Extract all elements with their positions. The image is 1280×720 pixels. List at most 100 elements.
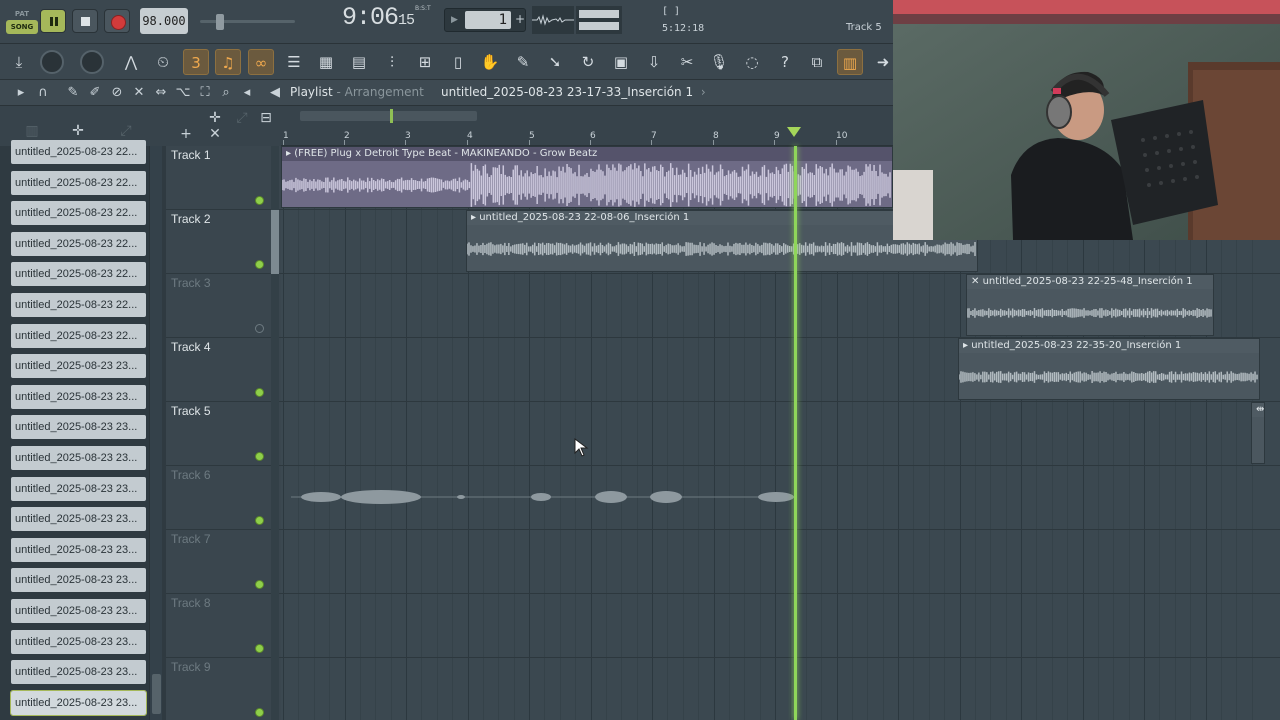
pattern-number[interactable]: 1 <box>465 11 511 29</box>
stop-button[interactable] <box>72 9 98 33</box>
wait-icon[interactable]: ⏲ <box>150 49 176 75</box>
blend-notes-icon[interactable]: ♫ <box>215 49 241 75</box>
track-header[interactable]: Track 9 <box>166 658 281 720</box>
window-icon[interactable]: ⧉ <box>804 49 830 75</box>
slice-tool-icon[interactable]: ⌥ <box>174 84 192 102</box>
browser-item[interactable]: untitled_2025-08-23 22... <box>11 293 146 317</box>
draw-tool-icon[interactable]: ✎ <box>64 84 82 102</box>
download-icon[interactable]: ⤓ <box>6 49 32 75</box>
master-volume-slider[interactable] <box>200 11 300 31</box>
playback-tool-icon[interactable]: ◂ <box>238 84 256 102</box>
master-pitch-knob[interactable] <box>80 50 104 74</box>
add-track-icon[interactable]: + <box>176 124 196 144</box>
browser-item[interactable]: untitled_2025-08-23 22... <box>11 170 146 195</box>
track-header[interactable]: Track 8 <box>166 594 281 658</box>
browser-item[interactable]: untitled_2025-08-23 23... <box>11 384 146 409</box>
delete-tool-icon[interactable]: ⊘ <box>108 84 126 102</box>
track6-waveform[interactable] <box>291 480 796 514</box>
browser-item[interactable]: untitled_2025-08-23 23... <box>11 568 146 593</box>
browser-item[interactable]: untitled_2025-08-23 23... <box>11 599 146 623</box>
track-header[interactable]: Track 2 <box>166 210 281 274</box>
track-resize-grip[interactable] <box>271 274 279 338</box>
track-enable-led[interactable] <box>255 644 264 653</box>
microphone-icon[interactable]: 🎙 <box>706 49 732 75</box>
track-resize-grip[interactable] <box>271 210 279 274</box>
track-enable-led[interactable] <box>255 452 264 461</box>
tempo-display[interactable]: 98.000 <box>140 8 188 34</box>
pattern-selector[interactable]: ▶ 1 + <box>444 8 526 32</box>
track-enable-led[interactable] <box>255 708 264 717</box>
keyboard-icon[interactable]: ▥ <box>837 49 863 75</box>
track-name[interactable]: Track 1 <box>171 148 211 162</box>
browser-item[interactable]: untitled_2025-08-23 23... <box>11 629 146 654</box>
clip-3[interactable]: ✕ untitled_2025-08-23 22-25-48_Inserción… <box>966 274 1214 336</box>
track-resize-grip[interactable] <box>271 530 279 594</box>
clip-5[interactable]: ⇹ <box>1251 402 1265 464</box>
browser-item[interactable]: untitled_2025-08-23 23... <box>11 537 146 562</box>
piano-roll-icon[interactable]: ▤ <box>346 49 372 75</box>
browser-item[interactable]: untitled_2025-08-23 23... <box>11 507 146 532</box>
metronome-icon[interactable]: ⋀ <box>118 49 144 75</box>
track-enable-led[interactable] <box>255 196 264 205</box>
track-header[interactable]: Track 7 <box>166 530 281 594</box>
browser-tabs-icon[interactable]: ▥ <box>22 121 42 141</box>
track-name[interactable]: Track 6 <box>171 468 211 482</box>
browser-link-icon[interactable]: ⤢ <box>116 121 136 141</box>
browser-item[interactable]: untitled_2025-08-23 22... <box>11 201 146 226</box>
track-lane[interactable] <box>281 658 1280 720</box>
render-icon[interactable]: ⇩ <box>641 49 667 75</box>
track-resize-grip[interactable] <box>271 658 279 720</box>
track-lane[interactable] <box>281 402 1280 466</box>
track-resize-grip[interactable] <box>271 146 279 210</box>
track-name[interactable]: Track 8 <box>171 596 211 610</box>
track-name[interactable]: Track 4 <box>171 340 211 354</box>
mixer-icon[interactable]: ☰ <box>281 49 307 75</box>
track-header[interactable]: Track 3 <box>166 274 281 338</box>
browser-item[interactable]: untitled_2025-08-23 22... <box>11 323 146 348</box>
track-enable-led[interactable] <box>255 388 264 397</box>
track-header[interactable]: Track 6 <box>166 466 281 530</box>
track-resize-grip[interactable] <box>271 402 279 466</box>
browser-item[interactable]: untitled_2025-08-23 23... <box>10 689 147 716</box>
zoom-tool-icon[interactable]: ⌕ <box>217 84 235 102</box>
lock-icon[interactable]: ⊟ <box>256 108 276 128</box>
add-pattern-icon[interactable]: + <box>515 12 525 26</box>
browser-icon[interactable]: ⫶ <box>379 49 405 75</box>
track-header[interactable]: Track 5 <box>166 402 281 466</box>
pencil-icon[interactable]: ➘ <box>542 49 568 75</box>
track-enable-led[interactable] <box>255 324 264 333</box>
countdown-icon[interactable]: 3 <box>183 49 209 75</box>
chat-icon[interactable]: ◌ <box>739 49 765 75</box>
channel-rack-icon[interactable]: ▦ <box>313 49 339 75</box>
playhead[interactable] <box>794 146 797 720</box>
scissors-icon[interactable]: ✂ <box>674 49 700 75</box>
browser-item[interactable]: untitled_2025-08-23 23... <box>11 354 146 379</box>
resize-icon[interactable]: ⤢ <box>232 108 252 128</box>
browser-item[interactable]: untitled_2025-08-23 23... <box>11 660 146 685</box>
loop-record-icon[interactable]: ∞ <box>248 49 274 75</box>
track-lane[interactable] <box>281 530 1280 594</box>
track-header[interactable]: Track 1 <box>166 146 281 210</box>
record-button[interactable] <box>104 9 130 33</box>
project-name[interactable]: untitled_2025-08-23 23-17-33_Inserción 1… <box>441 85 706 99</box>
select-tool-icon[interactable]: ⛶ <box>196 84 214 102</box>
browser-scrollbar-thumb[interactable] <box>152 674 161 714</box>
pause-button[interactable] <box>40 9 66 33</box>
browser-item[interactable]: untitled_2025-08-23 23... <box>11 446 146 470</box>
paint-tool-icon[interactable]: ✐ <box>86 84 104 102</box>
playhead-marker[interactable] <box>787 127 801 137</box>
magnet-icon[interactable]: ∩ <box>34 84 52 102</box>
browser-scrollbar[interactable] <box>149 146 162 720</box>
close-icon[interactable]: ✕ <box>205 124 225 144</box>
browser-nav-icon[interactable]: ✛ <box>68 121 88 141</box>
browser-item[interactable]: untitled_2025-08-23 22... <box>11 262 146 287</box>
track-name[interactable]: Track 7 <box>171 532 211 546</box>
track-enable-led[interactable] <box>255 580 264 589</box>
playlist-speaker-icon[interactable]: ◀ <box>266 84 284 102</box>
slip-tool-icon[interactable]: ⇔ <box>152 84 170 102</box>
clip-4[interactable]: ▸ untitled_2025-08-23 22-35-20_Inserción… <box>958 338 1260 400</box>
undo-icon[interactable]: ↻ <box>575 49 601 75</box>
browser-item[interactable]: untitled_2025-08-23 22... <box>11 140 146 164</box>
mute-tool-icon[interactable]: ✕ <box>130 84 148 102</box>
cut-icon[interactable]: ✎ <box>510 49 536 75</box>
